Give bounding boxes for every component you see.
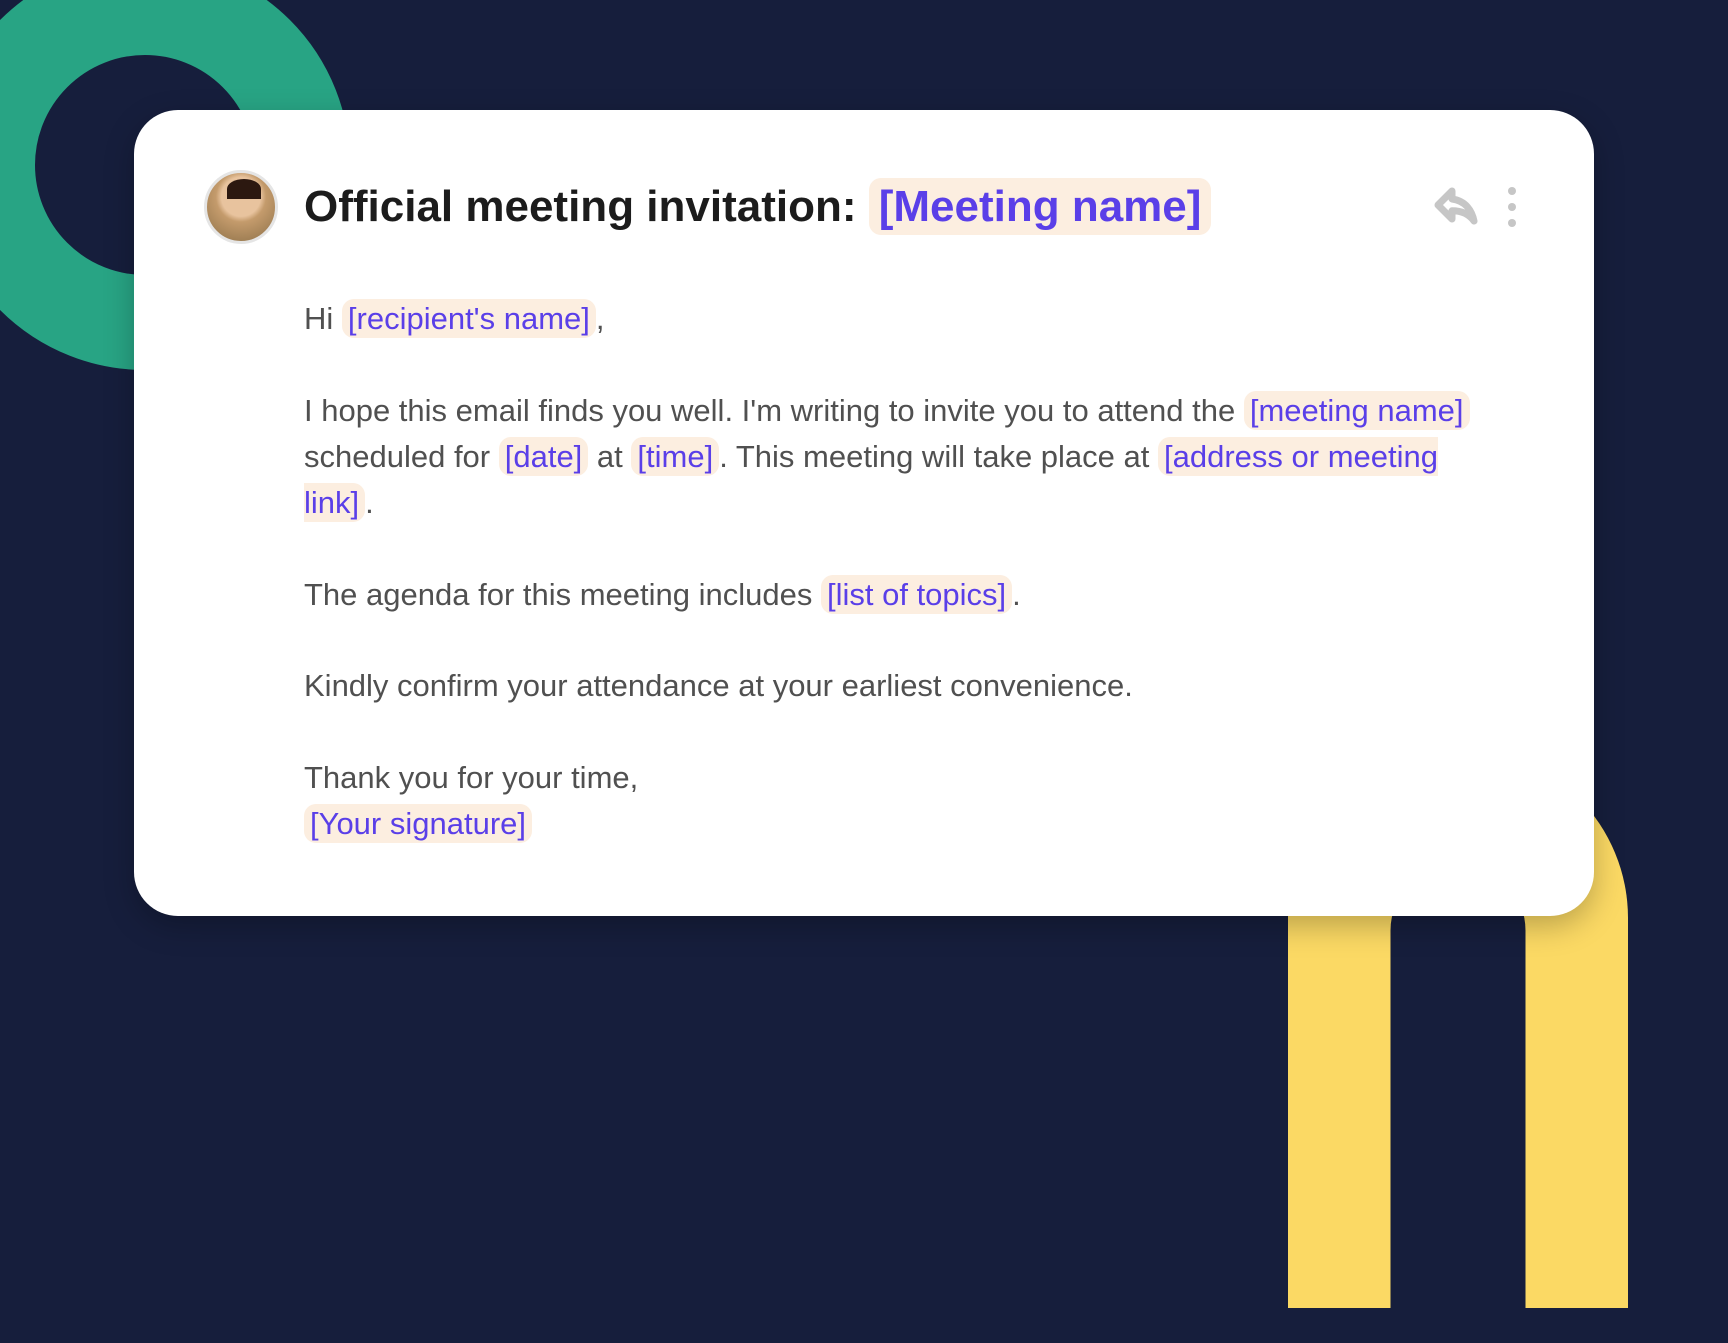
p1-text-a: I hope this email finds you well. I'm wr… (304, 393, 1244, 428)
more-icon[interactable] (1508, 187, 1516, 227)
p1-text-b: scheduled for (304, 439, 499, 474)
paragraph-4: Thank you for your time, [Your signature… (304, 755, 1496, 847)
subject-placeholder: [Meeting name] (869, 178, 1212, 235)
p2-text-b: . (1012, 577, 1021, 612)
recipient-name-placeholder: [recipient's name] (342, 299, 596, 338)
reply-icon[interactable] (1432, 181, 1480, 234)
p1-text-e: . (365, 485, 374, 520)
email-body: Hi [recipient's name], I hope this email… (204, 296, 1516, 847)
subject-prefix: Official meeting invitation: (304, 182, 869, 231)
email-card: Official meeting invitation: [Meeting na… (134, 110, 1594, 916)
signature-placeholder: [Your signature] (304, 804, 532, 843)
p1-text-d: . This meeting will take place at (719, 439, 1158, 474)
p2-text-a: The agenda for this meeting includes (304, 577, 821, 612)
paragraph-3: Kindly confirm your attendance at your e… (304, 663, 1496, 709)
email-actions (1432, 181, 1516, 234)
paragraph-2: The agenda for this meeting includes [li… (304, 572, 1496, 618)
greeting-prefix: Hi (304, 301, 342, 336)
p1-text-c: at (588, 439, 631, 474)
paragraph-1: I hope this email finds you well. I'm wr… (304, 388, 1496, 526)
greeting-line: Hi [recipient's name], (304, 296, 1496, 342)
date-placeholder: [date] (499, 437, 589, 476)
greeting-suffix: , (596, 301, 605, 336)
topics-placeholder: [list of topics] (821, 575, 1012, 614)
closing-line: Thank you for your time, (304, 760, 638, 795)
sender-avatar (204, 170, 278, 244)
email-header: Official meeting invitation: [Meeting na… (204, 170, 1516, 244)
time-placeholder: [time] (631, 437, 719, 476)
email-subject: Official meeting invitation: [Meeting na… (304, 182, 1386, 233)
meeting-name-placeholder: [meeting name] (1244, 391, 1470, 430)
